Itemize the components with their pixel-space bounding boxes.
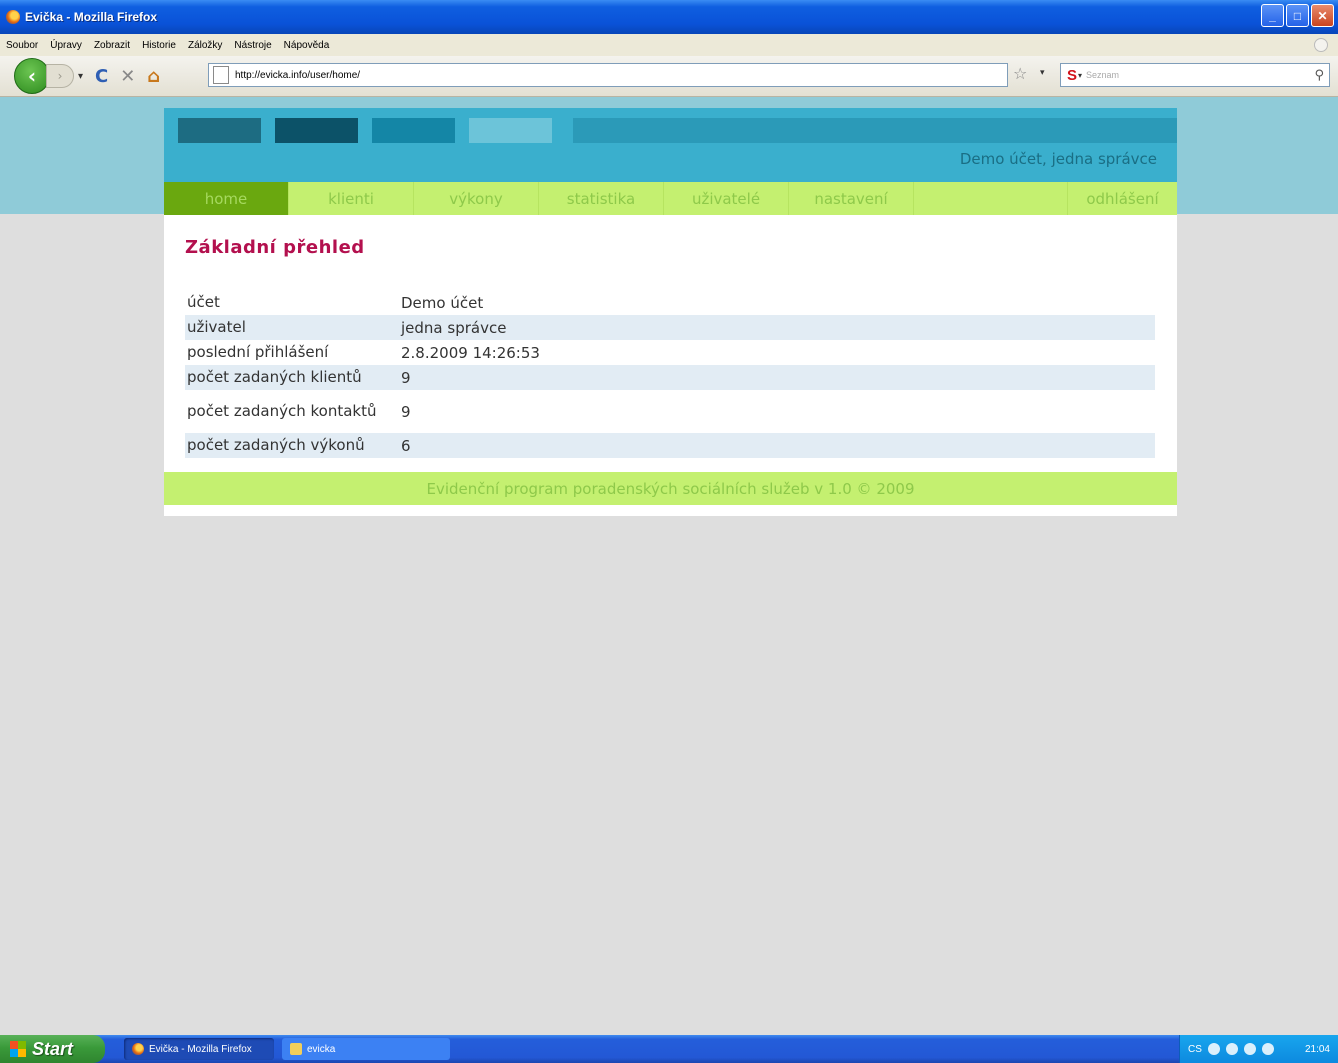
- search-input[interactable]: Seznam: [1086, 70, 1314, 80]
- row-value: 9: [401, 402, 411, 421]
- close-button[interactable]: ✕: [1311, 4, 1334, 27]
- clock: 21:04: [1304, 1043, 1330, 1055]
- window-titlebar: Evička - Mozilla Firefox _ □ ✕: [0, 0, 1338, 34]
- table-row: uživatel jedna správce: [185, 315, 1155, 340]
- search-icon[interactable]: ⚲: [1314, 68, 1324, 83]
- menu-nastaveni[interactable]: nastavení: [789, 182, 914, 215]
- row-value: 6: [399, 433, 1155, 458]
- url-dropdown-icon[interactable]: ▾: [1040, 68, 1045, 78]
- seznam-logo-icon[interactable]: S: [1067, 67, 1077, 84]
- menu-home[interactable]: home: [164, 182, 289, 215]
- row-value: 9: [399, 365, 1155, 390]
- row-label: uživatel: [185, 315, 399, 340]
- table-row: počet zadaných kontaktů 9: [185, 390, 1155, 433]
- taskbar-item-firefox[interactable]: Evička - Mozilla Firefox: [124, 1038, 274, 1060]
- back-button[interactable]: ‹: [14, 58, 50, 94]
- page-container: Demo účet, jedna správce home klienti vý…: [164, 108, 1177, 516]
- menu-napoveda[interactable]: Nápověda: [284, 40, 330, 51]
- folder-icon: [290, 1043, 302, 1055]
- menu-vykony[interactable]: výkony: [414, 182, 539, 215]
- header-bar: [573, 118, 1177, 143]
- history-dropdown-icon[interactable]: ▾: [78, 71, 83, 82]
- navigation-toolbar: ‹ › ▾ C ✕ ⌂ http://evicka.info/user/home…: [0, 56, 1338, 97]
- search-engine-dropdown-icon[interactable]: ▾: [1078, 71, 1082, 80]
- header-block: [275, 118, 358, 143]
- menu-zobrazit[interactable]: Zobrazit: [94, 40, 130, 51]
- windows-flag-icon: [10, 1041, 26, 1057]
- home-icon[interactable]: ⌂: [147, 66, 160, 87]
- page-title: Základní přehled: [185, 237, 365, 258]
- header-block: [178, 118, 261, 143]
- row-value: Demo účet: [401, 293, 484, 312]
- taskbar-item-label: evicka: [307, 1043, 336, 1055]
- window-title: Evička - Mozilla Firefox: [25, 10, 158, 24]
- page-footer: Evidenční program poradenských sociálníc…: [164, 472, 1177, 505]
- firefox-icon: [132, 1043, 144, 1055]
- row-label: poslední přihlášení: [187, 343, 329, 361]
- menu-zalozky[interactable]: Záložky: [188, 40, 222, 51]
- menu-upravy[interactable]: Úpravy: [50, 40, 82, 51]
- firefox-icon: [6, 10, 20, 24]
- overview-table: účet Demo účet uživatel jedna správce po…: [185, 290, 1155, 458]
- table-row: poslední přihlášení 2.8.2009 14:26:53: [185, 340, 1155, 365]
- forward-button[interactable]: ›: [46, 64, 74, 88]
- menu-historie[interactable]: Historie: [142, 40, 176, 51]
- table-row: účet Demo účet: [185, 290, 1155, 315]
- bookmark-star-icon[interactable]: ☆: [1013, 64, 1027, 83]
- row-label: počet zadaných výkonů: [185, 433, 399, 458]
- menu-nastroje[interactable]: Nástroje: [234, 40, 271, 51]
- menu-uzivatele[interactable]: uživatelé: [664, 182, 789, 215]
- stop-icon[interactable]: ✕: [120, 66, 135, 87]
- user-info: Demo účet, jedna správce: [959, 150, 1157, 168]
- start-label: Start: [32, 1038, 74, 1059]
- language-indicator[interactable]: CS: [1188, 1044, 1202, 1055]
- taskbar: Start Evička - Mozilla Firefox evicka CS…: [0, 1035, 1338, 1063]
- row-value: jedna správce: [399, 315, 1155, 340]
- url-bar[interactable]: http://evicka.info/user/home/: [208, 63, 1008, 87]
- menubar: Soubor Úpravy Zobrazit Historie Záložky …: [0, 34, 1338, 56]
- taskbar-item-folder[interactable]: evicka: [282, 1038, 450, 1060]
- page-icon: [213, 66, 229, 84]
- start-button[interactable]: Start: [0, 1035, 105, 1063]
- footer-spacer: [164, 505, 1177, 516]
- url-text: http://evicka.info/user/home/: [235, 69, 361, 81]
- header-block: [372, 118, 455, 143]
- throbber-icon: [1314, 38, 1328, 52]
- page-viewport: Demo účet, jedna správce home klienti vý…: [0, 97, 1338, 1035]
- row-value: 2.8.2009 14:26:53: [401, 343, 540, 362]
- row-label: počet zadaných kontaktů: [187, 402, 377, 420]
- reload-icon[interactable]: C: [95, 66, 108, 87]
- main-content: Základní přehled účet Demo účet uživatel…: [164, 215, 1177, 472]
- logout-link[interactable]: odhlášení: [1067, 182, 1177, 215]
- volume-icon[interactable]: [1261, 1043, 1274, 1055]
- menu-statistika[interactable]: statistika: [539, 182, 664, 215]
- minimize-button[interactable]: _: [1261, 4, 1284, 27]
- menu-klienti[interactable]: klienti: [289, 182, 414, 215]
- system-tray: CS 21:04: [1179, 1035, 1338, 1063]
- menu-soubor[interactable]: Soubor: [6, 40, 38, 51]
- tray-icon[interactable]: [1225, 1043, 1238, 1055]
- tray-icon[interactable]: [1243, 1043, 1256, 1055]
- maximize-button[interactable]: □: [1286, 4, 1309, 27]
- taskbar-item-label: Evička - Mozilla Firefox: [149, 1043, 252, 1055]
- row-label: počet zadaných klientů: [185, 365, 399, 390]
- row-label: účet: [187, 293, 220, 311]
- header-block: [469, 118, 552, 143]
- page-header: Demo účet, jedna správce: [164, 108, 1177, 182]
- table-row: počet zadaných klientů 9: [185, 365, 1155, 390]
- tray-icon[interactable]: [1207, 1043, 1220, 1055]
- search-box[interactable]: S ▾ Seznam ⚲: [1060, 63, 1330, 87]
- table-row: počet zadaných výkonů 6: [185, 433, 1155, 458]
- main-menu: home klienti výkony statistika uživatelé…: [164, 182, 1177, 215]
- window-controls: _ □ ✕: [1261, 4, 1334, 27]
